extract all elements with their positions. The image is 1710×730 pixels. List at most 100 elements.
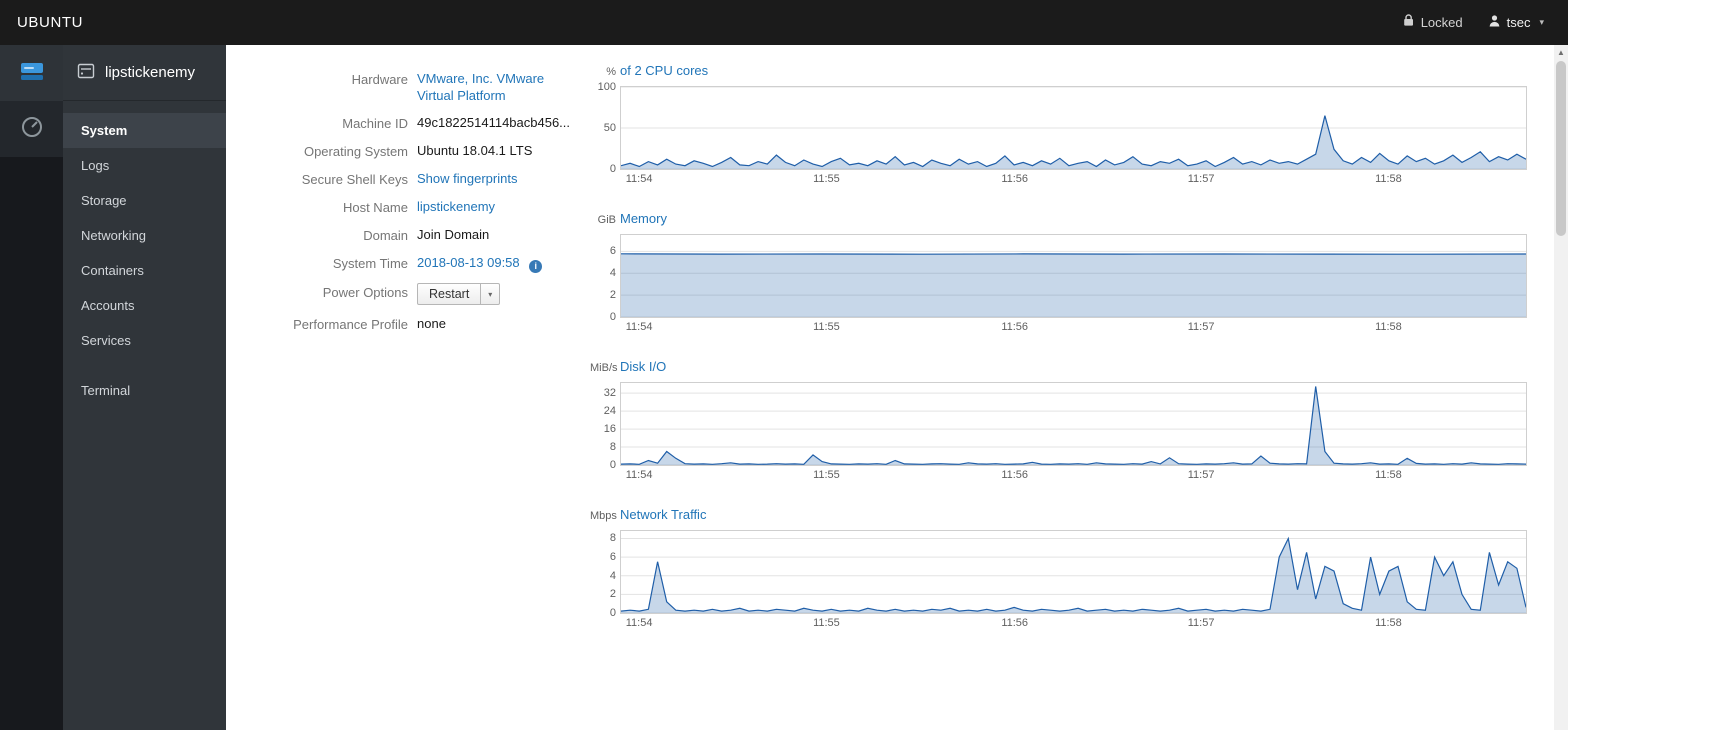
chart-plot xyxy=(620,382,1527,466)
info-value-text: Ubuntu 18.04.1 LTS xyxy=(417,143,533,158)
chart-svg xyxy=(621,531,1526,613)
host-name: lipstickenemy xyxy=(105,64,196,81)
sidebar-item-logs[interactable]: Logs xyxy=(63,148,226,183)
brand-title: UBUNTU xyxy=(17,14,84,31)
chart-unit-label: % xyxy=(606,66,616,78)
sidebar-host-button[interactable]: lipstickenemy xyxy=(63,45,226,101)
sidebar-item-label: Accounts xyxy=(81,298,135,313)
sidebar-item-label: System xyxy=(81,123,128,138)
shell: lipstickenemy System Logs Storage Networ… xyxy=(0,45,1568,730)
chart-body: 0246 xyxy=(590,234,1530,323)
sidebar-item-accounts[interactable]: Accounts xyxy=(63,288,226,323)
chart-unit-label: GiB xyxy=(597,214,616,226)
sidebar-item-label: Terminal xyxy=(81,383,131,398)
info-value-link[interactable]: 2018-08-13 09:58 xyxy=(417,255,520,270)
info-label: Performance Profile xyxy=(293,317,408,332)
info-value-link[interactable]: Show fingerprints xyxy=(417,171,517,186)
main-content: Hardware VMware, Inc. VMware Virtual Pla… xyxy=(226,45,1568,730)
info-value-link[interactable]: lipstickenemy xyxy=(417,199,495,214)
scroll-up-icon[interactable]: ▲ xyxy=(1554,45,1568,60)
chart-xaxis: 11:54 11:55 11:56 11:57 11:58 xyxy=(625,469,1402,481)
chevron-down-icon: ▾ xyxy=(1539,17,1544,27)
sidebar: lipstickenemy System Logs Storage Networ… xyxy=(63,45,226,730)
chart-svg xyxy=(621,235,1526,317)
chart-unit-label: MiB/s xyxy=(590,362,618,374)
locked-button[interactable]: Locked xyxy=(1403,13,1463,32)
info-value-link[interactable]: VMware, Inc. VMware Virtual Platform xyxy=(417,71,544,103)
chart-xaxis: 11:54 11:55 11:56 11:57 11:58 xyxy=(625,173,1402,185)
chart-title-link[interactable]: Network Traffic xyxy=(620,507,706,522)
rail-item-host[interactable] xyxy=(0,45,63,101)
chart-header: Mbps Network Traffic xyxy=(590,507,1530,524)
topbar-right: Locked tsec ▾ xyxy=(1403,13,1544,32)
rail-item-dashboard[interactable] xyxy=(0,101,63,157)
chart-yaxis: 0 50 100 xyxy=(597,81,616,175)
chart-body: 0 50 100 xyxy=(590,81,1530,175)
charts-column: % of 2 CPU cores 0 50 100 11:54 11:55 11:56 1… xyxy=(590,45,1530,730)
sidebar-item-label: Networking xyxy=(81,228,147,243)
sidebar-item-containers[interactable]: Containers xyxy=(63,253,226,288)
chart-header: MiB/s Disk I/O xyxy=(590,359,1530,376)
chart-body: 0 8 16 24 32 xyxy=(590,382,1530,471)
scrollbar[interactable]: ▲ xyxy=(1554,45,1568,730)
info-label: Power Options xyxy=(322,285,408,300)
info-icon[interactable]: i xyxy=(529,260,543,273)
chart-cpu: % of 2 CPU cores 0 50 100 11:54 11:55 11:56 1… xyxy=(590,63,1530,187)
sidebar-item-networking[interactable]: Networking xyxy=(63,218,226,253)
info-label: System Time xyxy=(332,256,408,271)
sidebar-item-label: Services xyxy=(81,333,131,348)
sidebar-item-storage[interactable]: Storage xyxy=(63,183,226,218)
user-icon xyxy=(1489,14,1500,32)
chart-unit-label: Mbps xyxy=(590,510,617,522)
topbar: UBUNTU Locked tsec ▾ xyxy=(0,0,1568,45)
gauge-icon xyxy=(20,115,44,144)
chart-plot xyxy=(620,234,1527,318)
info-value: Restart ▾ xyxy=(417,283,567,305)
chart-title-link[interactable]: Disk I/O xyxy=(620,359,666,374)
restart-button[interactable]: Restart xyxy=(417,283,482,305)
scrollbar-thumb[interactable] xyxy=(1556,61,1566,236)
chart-body: 02468 xyxy=(590,530,1530,619)
chart-network-traffic: Mbps Network Traffic 02468 11:54 11:55 11:… xyxy=(590,507,1530,631)
info-value: 2018-08-13 09:58 i xyxy=(417,254,567,273)
chart-xaxis: 11:54 11:55 11:56 11:57 11:58 xyxy=(625,617,1402,629)
chart-plot xyxy=(620,530,1527,614)
info-label: Host Name xyxy=(342,200,408,215)
chart-title-link[interactable]: Memory xyxy=(620,211,667,226)
app-window: UBUNTU Locked tsec ▾ lipstickenemy Syste… xyxy=(0,0,1568,730)
chart-svg xyxy=(621,87,1526,169)
info-label: Secure Shell Keys xyxy=(301,172,408,187)
info-label: Operating System xyxy=(303,144,408,159)
info-label: Machine ID xyxy=(342,116,408,131)
lock-icon xyxy=(1403,13,1414,32)
sidebar-item-label: Containers xyxy=(81,263,144,278)
sidebar-item-system[interactable]: System xyxy=(63,113,226,148)
sidebar-item-label: Storage xyxy=(81,193,127,208)
chart-title-link[interactable]: of 2 CPU cores xyxy=(620,63,708,78)
chart-svg xyxy=(621,383,1526,465)
chart-yaxis: 02468 xyxy=(609,532,616,619)
info-value: Join Domain xyxy=(417,226,567,244)
info-value-text: none xyxy=(417,316,446,331)
sidebar-nav: System Logs Storage Networking Container… xyxy=(63,101,226,408)
info-value: 49c1822514114bacb456... xyxy=(417,114,571,132)
info-value: Ubuntu 18.04.1 LTS xyxy=(417,142,567,160)
chart-disk-io: MiB/s Disk I/O 0 8 16 24 32 11:54 11:55 11:56 1… xyxy=(590,359,1530,483)
chart-header: % of 2 CPU cores xyxy=(590,63,1530,80)
info-label: Domain xyxy=(363,228,408,243)
server-icon xyxy=(18,59,46,88)
system-info: Hardware VMware, Inc. VMware Virtual Pla… xyxy=(226,45,571,730)
locked-label: Locked xyxy=(1420,15,1463,30)
user-menu[interactable]: tsec ▾ xyxy=(1489,14,1544,32)
chart-header: GiB Memory xyxy=(590,211,1530,228)
info-label: Hardware xyxy=(351,72,408,87)
sidebar-item-services[interactable]: Services xyxy=(63,323,226,358)
info-value: Show fingerprints xyxy=(417,170,567,188)
user-name: tsec xyxy=(1506,15,1531,30)
info-value: lipstickenemy xyxy=(417,198,567,216)
info-value-text: 49c1822514114bacb456... xyxy=(417,115,571,130)
host-icon xyxy=(77,62,95,84)
sidebar-item-terminal[interactable]: Terminal xyxy=(63,373,226,408)
power-dropdown-button[interactable]: ▾ xyxy=(481,283,501,305)
chart-yaxis: 0 8 16 24 32 xyxy=(603,387,616,471)
